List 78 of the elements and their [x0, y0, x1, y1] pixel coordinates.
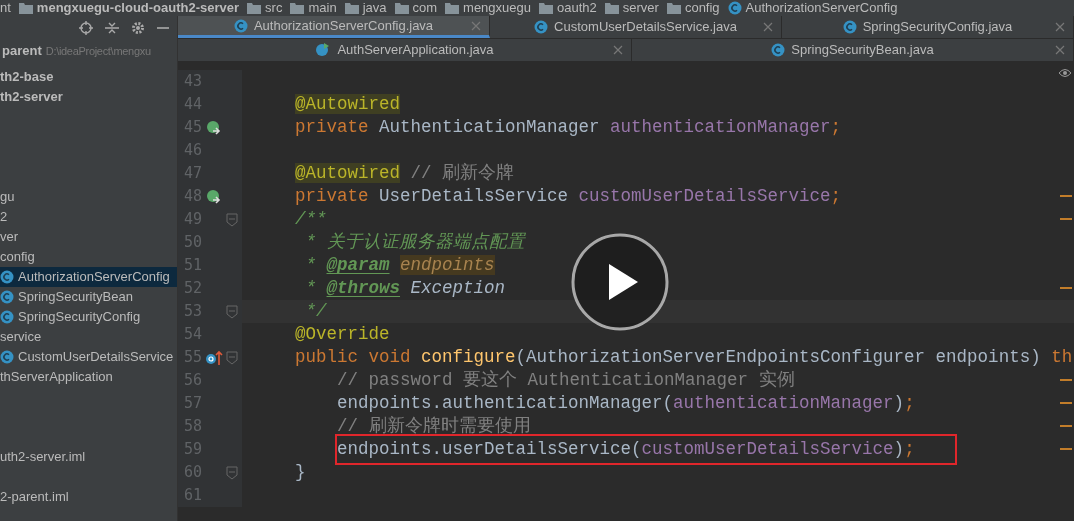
folder-icon — [344, 2, 359, 14]
project-path: D:\ideaProject\mengxu — [45, 43, 151, 59]
tree-item[interactable]: config — [0, 247, 177, 267]
tree-item[interactable]: uth2-server.iml — [0, 447, 177, 467]
collapse-icon[interactable] — [105, 21, 119, 35]
breadcrumb-item[interactable]: nt — [0, 0, 11, 16]
tree-item[interactable]: SpringSecurityBean — [0, 287, 177, 307]
tree-item[interactable]: thServerApplication — [0, 367, 177, 387]
implements-icon[interactable] — [206, 188, 222, 205]
close-icon[interactable] — [1055, 45, 1065, 55]
tree-item[interactable]: 2 — [0, 207, 177, 227]
project-root[interactable]: parent — [2, 41, 42, 61]
breadcrumb-item[interactable]: com — [394, 0, 438, 16]
class-icon — [0, 290, 14, 304]
code-line: private AuthenticationManager authenticationManager; — [295, 116, 842, 140]
close-icon[interactable] — [1055, 22, 1065, 32]
breadcrumb-item[interactable]: config — [666, 0, 720, 16]
locate-icon[interactable] — [79, 21, 93, 35]
fold-icon[interactable] — [226, 304, 238, 319]
tree-item[interactable]: 2-parent.iml — [0, 487, 177, 507]
breadcrumb-item[interactable]: main — [290, 0, 337, 16]
code-line: endpoints.authenticationManager(authenticationManager); — [337, 392, 915, 416]
breadcrumb-item[interactable]: mengxuegu-cloud-oauth2-server — [18, 0, 240, 16]
code-line: private UserDetailsService customUserDetailsService; — [295, 185, 842, 209]
code-line: // 刷新令牌时需要使用 — [337, 415, 531, 439]
code-line: } — [295, 461, 306, 485]
code-line: */ — [305, 300, 327, 324]
tree-item[interactable]: th2-server — [0, 87, 177, 107]
class-icon — [0, 310, 14, 324]
class-icon — [0, 350, 14, 364]
settings-icon[interactable] — [131, 21, 145, 35]
code-line: @Autowired // 刷新令牌 — [295, 162, 515, 186]
breadcrumb-item[interactable]: server — [604, 0, 659, 16]
tree-item[interactable]: AuthorizationServerConfig — [0, 267, 177, 287]
override-icon[interactable] — [205, 349, 223, 366]
breadcrumb-item[interactable]: java — [344, 0, 387, 16]
fold-icon[interactable] — [226, 465, 238, 480]
class-icon — [534, 20, 549, 34]
code-line: /** — [295, 208, 327, 232]
eye-icon[interactable] — [1058, 68, 1072, 78]
folder-icon — [604, 2, 619, 14]
folder-icon — [18, 2, 33, 14]
folder-icon — [445, 2, 460, 14]
breadcrumb-item[interactable]: mengxuegu — [445, 0, 531, 16]
breadcrumb-item[interactable]: AuthorizationServerConfig — [727, 0, 898, 16]
editor-tab[interactable]: AuthorizationServerConfig.java — [178, 16, 490, 38]
tree-item[interactable]: gu — [0, 187, 177, 207]
code-line: * @throws Exception — [305, 277, 506, 301]
class-icon — [233, 18, 248, 33]
tree-item[interactable]: CustomUserDetailsService — [0, 347, 177, 367]
code-line: endpoints.userDetailsService(customUserDetailsService); — [337, 436, 955, 463]
tree-item[interactable]: ver — [0, 227, 177, 247]
breadcrumb-item[interactable]: oauth2 — [539, 0, 597, 16]
fold-icon[interactable] — [226, 350, 238, 365]
folder-icon — [394, 2, 409, 14]
code-line: @Override — [295, 323, 390, 347]
folder-icon — [290, 2, 305, 14]
play-button-icon[interactable] — [570, 232, 670, 332]
class-icon — [0, 270, 14, 284]
tree-item[interactable]: service — [0, 327, 177, 347]
close-icon[interactable] — [471, 20, 481, 31]
code-line: * 关于认证服务器端点配置 — [305, 231, 525, 255]
class-icon — [727, 1, 742, 15]
class-icon — [842, 20, 857, 34]
breadcrumb-item[interactable]: src — [247, 0, 283, 16]
close-icon[interactable] — [613, 45, 623, 55]
implements-icon[interactable] — [206, 119, 222, 136]
fold-icon[interactable] — [226, 212, 238, 227]
tree-item[interactable]: SpringSecurityConfig — [0, 307, 177, 327]
class-icon — [771, 43, 786, 57]
close-icon[interactable] — [763, 22, 773, 32]
code-line: * @param endpoints — [305, 254, 495, 278]
folder-icon — [666, 2, 681, 14]
folder-icon — [539, 2, 553, 14]
tree-item[interactable]: th2-base — [0, 67, 177, 87]
code-line: // password 要这个 AuthenticationManager 实例 — [337, 369, 795, 393]
folder-icon — [247, 2, 262, 14]
code-line: public void configure(AuthorizationServerEndpointsConfigurer endpoints) th — [295, 346, 1073, 370]
